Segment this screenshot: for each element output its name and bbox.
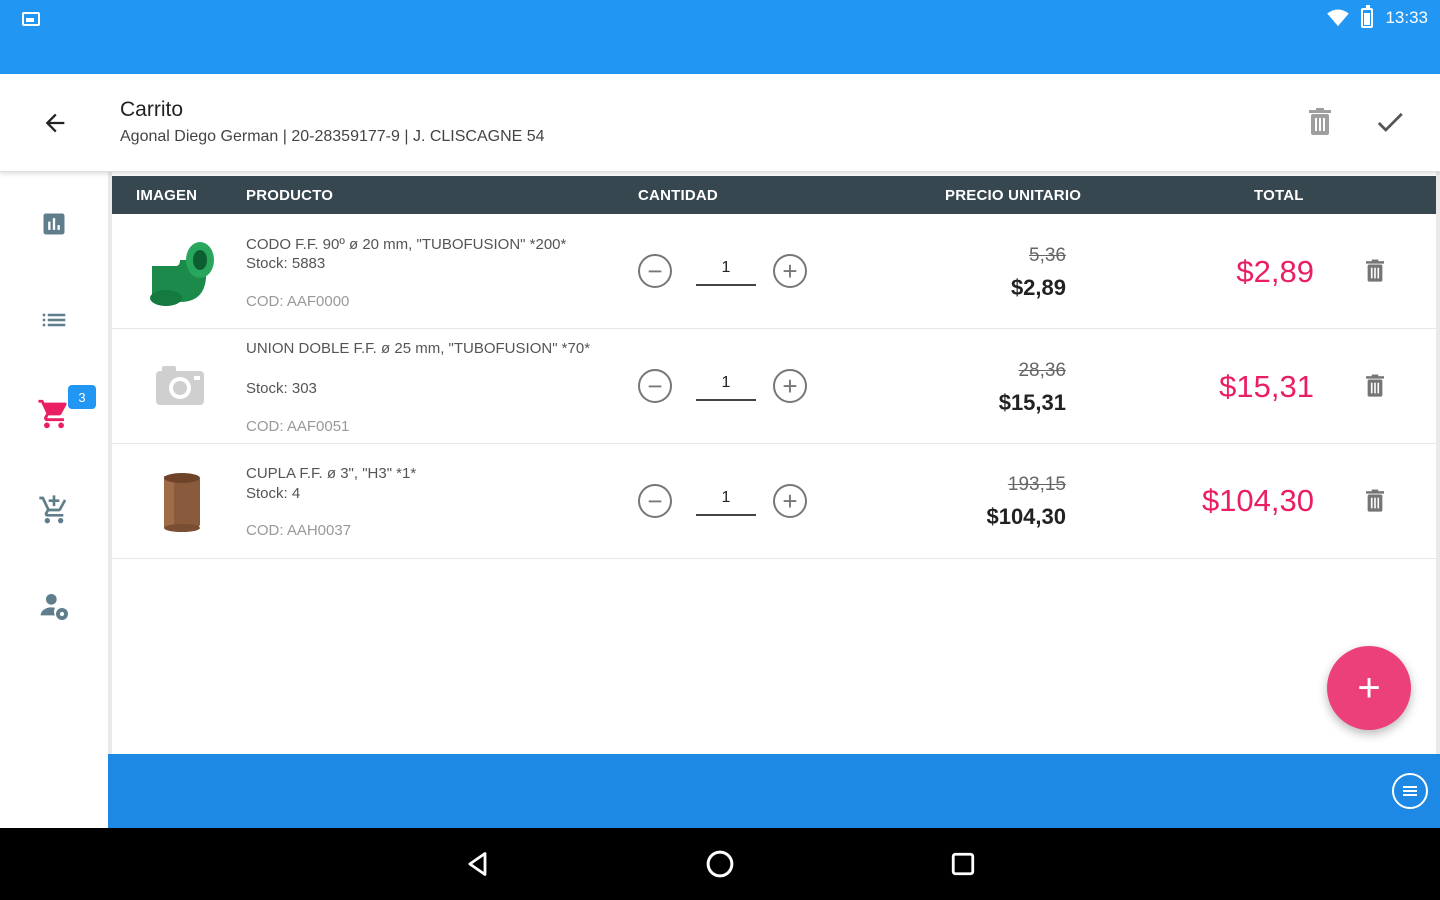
system-recents-button[interactable]	[941, 842, 985, 886]
column-header-total: TOTAL	[1254, 187, 1304, 204]
list-icon	[42, 313, 66, 327]
column-header-quantity: CANTIDAD	[638, 187, 718, 204]
cart-table-panel: IMAGEN PRODUCTO CANTIDAD PRECIO UNITARIO…	[108, 172, 1440, 754]
product-code: COD: AAF0000	[246, 293, 350, 310]
product-code: COD: AAH0037	[246, 522, 352, 539]
side-navigation: 3	[0, 172, 108, 828]
increase-quantity-button[interactable]: +	[773, 484, 807, 518]
wifi-icon	[1327, 9, 1350, 27]
home-circle-icon	[706, 850, 734, 878]
trash-icon	[1366, 489, 1384, 512]
bar-chart-icon	[43, 213, 65, 235]
unit-price: $104,30	[986, 504, 1066, 529]
system-back-button[interactable]	[456, 842, 500, 886]
decrease-quantity-button[interactable]: −	[638, 484, 672, 518]
gallery-notification-icon	[22, 12, 40, 26]
increase-quantity-button[interactable]: +	[773, 369, 807, 403]
unit-price: $15,31	[998, 390, 1066, 415]
cart-icon	[38, 399, 67, 429]
system-home-button[interactable]	[698, 842, 742, 886]
arrow-back-icon	[45, 113, 65, 133]
app-bar: Carrito Agonal Diego German | 20-2835917…	[0, 74, 1440, 172]
status-bar: 13:33	[0, 0, 1440, 74]
product-image	[142, 232, 222, 312]
table-row[interactable]: UNION DOBLE F.F. ø 25 mm, "TUBOFUSION" *…	[112, 329, 1436, 444]
quantity-input[interactable]	[696, 252, 756, 286]
recents-square-icon	[951, 852, 975, 876]
row-total: $2,89	[1236, 254, 1314, 289]
product-name: CUPLA F.F. ø 3", "H3" *1*	[246, 465, 417, 482]
table-row[interactable]: CUPLA F.F. ø 3", "H3" *1* Stock: 4 COD: …	[112, 444, 1436, 559]
summary-menu-button[interactable]	[1392, 773, 1428, 809]
table-row[interactable]: CODO F.F. 90º ø 20 mm, "TUBOFUSION" *200…	[112, 214, 1436, 329]
nav-item-cart[interactable]: 3	[24, 384, 96, 444]
product-name: CODO F.F. 90º ø 20 mm, "TUBOFUSION" *200…	[246, 236, 567, 253]
clear-cart-button[interactable]	[1300, 102, 1340, 142]
product-code: COD: AAF0051	[246, 418, 350, 435]
remove-item-button[interactable]	[1358, 484, 1392, 518]
check-icon	[1377, 112, 1403, 132]
person-settings-icon	[40, 594, 68, 620]
system-navigation-bar	[0, 828, 1440, 900]
battery-icon	[1361, 5, 1374, 28]
column-header-product: PRODUCTO	[246, 187, 334, 204]
status-time: 13:33	[1385, 8, 1428, 27]
nav-item-statistics[interactable]	[24, 194, 84, 254]
unit-price: $2,89	[1010, 275, 1066, 300]
nav-item-customer-settings[interactable]	[24, 576, 84, 636]
table-header: IMAGEN PRODUCTO CANTIDAD PRECIO UNITARIO…	[112, 176, 1436, 214]
trash-icon	[1366, 259, 1384, 282]
remove-item-button[interactable]	[1358, 369, 1392, 403]
product-stock: Stock: 5883	[246, 255, 326, 272]
trash-icon	[1366, 374, 1384, 397]
increase-quantity-button[interactable]: +	[773, 254, 807, 288]
product-stock: Stock: 303	[246, 380, 317, 397]
quantity-input[interactable]	[696, 367, 756, 401]
cart-add-icon	[39, 495, 67, 524]
product-name: UNION DOBLE F.F. ø 25 mm, "TUBOFUSION" *…	[246, 340, 591, 357]
nav-item-add-to-cart[interactable]	[24, 480, 84, 540]
confirm-order-button[interactable]	[1366, 100, 1414, 144]
row-total: $104,30	[1201, 483, 1314, 518]
original-price: 5,36	[1029, 245, 1066, 266]
product-stock: Stock: 4	[246, 485, 301, 502]
menu-lines-icon	[1403, 786, 1417, 796]
page-title: Carrito	[120, 98, 184, 121]
cart-count-badge: 3	[68, 385, 96, 409]
back-button[interactable]	[30, 100, 80, 146]
trash-icon	[1309, 108, 1331, 135]
back-triangle-icon	[468, 852, 487, 876]
remove-item-button[interactable]	[1358, 254, 1392, 288]
status-indicators: 13:33	[1327, 5, 1428, 28]
quantity-input[interactable]	[696, 482, 756, 516]
add-product-fab[interactable]: +	[1327, 646, 1411, 730]
camera-placeholder-icon	[156, 366, 204, 405]
original-price: 193,15	[1007, 474, 1066, 495]
column-header-image: IMAGEN	[136, 187, 198, 204]
nav-item-list[interactable]	[24, 290, 84, 350]
original-price: 28,36	[1018, 360, 1066, 381]
pipe-coupling-image	[164, 473, 200, 532]
decrease-quantity-button[interactable]: −	[638, 369, 672, 403]
product-image	[142, 347, 222, 427]
row-total: $15,31	[1219, 369, 1314, 404]
column-header-unit-price: PRECIO UNITARIO	[945, 187, 1082, 204]
decrease-quantity-button[interactable]: −	[638, 254, 672, 288]
pipe-elbow-image	[150, 242, 214, 306]
product-image	[142, 462, 222, 542]
bottom-toolbar	[108, 754, 1440, 828]
customer-info: Agonal Diego German | 20-28359177-9 | J.…	[120, 128, 545, 145]
